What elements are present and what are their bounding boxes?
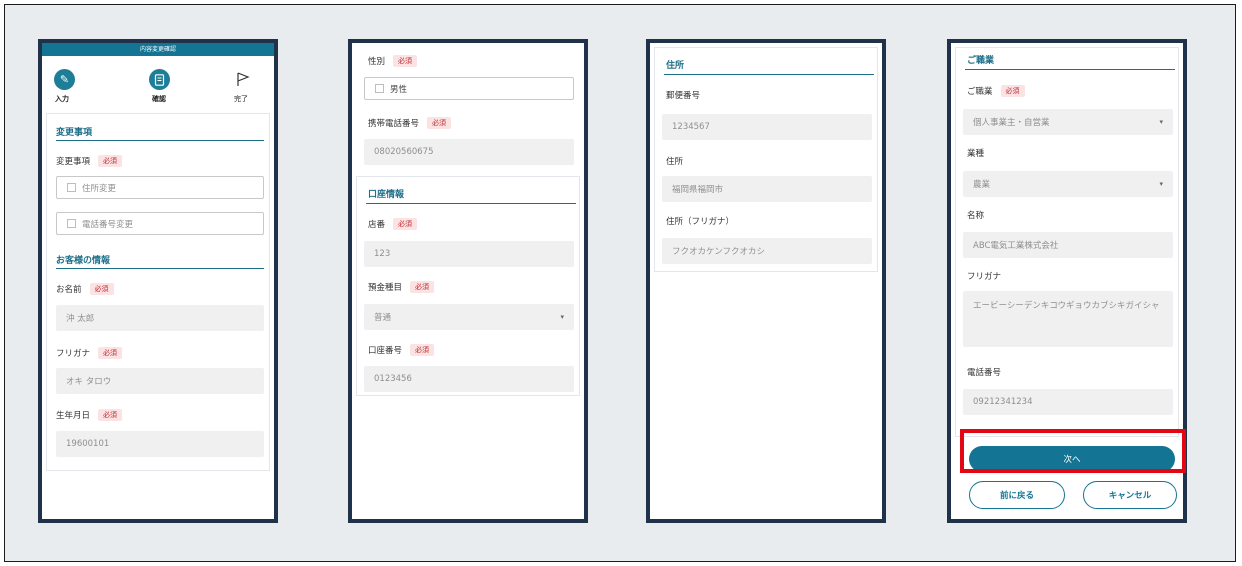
phone-frame-bottom [951,519,1183,523]
required-badge: 必須 [410,281,435,293]
chevron-down-icon: ▾ [1159,180,1163,188]
app-header: 内容変更確認 [42,43,274,56]
gender-value: 男性 [390,84,408,95]
required-badge: 必須 [393,218,418,230]
birth-date-field[interactable]: 19600101 [56,431,264,457]
pencil-icon: ✎ [59,73,70,86]
next-button-highlight [960,429,1186,473]
phone-field[interactable]: 09212341234 [963,389,1173,415]
gender-label: 性別 必須 [368,55,418,67]
occupation-label: ご職業 必須 [967,85,1025,97]
section-divider [664,74,874,75]
required-badge: 必須 [89,283,114,295]
checkbox-box[interactable] [67,183,76,192]
required-badge: 必須 [98,155,123,167]
section-divider [56,140,264,141]
section-title-address: 住所 [666,61,685,71]
name-field[interactable]: 沖 太郎 [56,305,264,331]
address-field[interactable]: 福岡県福岡市 [662,176,872,202]
postal-label: 郵便番号 [666,91,701,101]
checkbox-label: 住所変更 [82,183,117,194]
phone-frame-bottom [352,519,584,523]
mobile-field[interactable]: 08020560675 [364,139,574,165]
address-kana-field[interactable]: フクオカケンフクオカシ [662,238,872,264]
industry-label: 業種 [967,149,985,159]
branch-field[interactable]: 123 [364,241,574,267]
name-label: お名前 必須 [56,283,114,295]
account-label: 口座番号 必須 [368,344,435,356]
company-field[interactable]: ABC電気工業株式会社 [963,232,1173,258]
checkbox-phone-change[interactable]: 電話番号変更 [56,212,264,235]
company-label: 名称 [967,211,985,221]
phone-frame-bottom [650,519,882,523]
section-title-bank: 口座情報 [368,190,405,200]
occupation-select[interactable]: 個人事業主・自営業 ▾ [963,109,1173,135]
deposit-type-label: 預金種目 必須 [368,281,435,293]
cancel-button[interactable]: キャンセル [1083,481,1177,509]
section-divider [366,203,576,204]
required-badge: 必須 [410,344,435,356]
address-kana-label: 住所（フリガナ） [666,217,735,227]
back-button[interactable]: 前に戻る [969,481,1065,509]
header-title: 内容変更確認 [139,46,176,53]
required-badge: 必須 [98,347,123,359]
branch-label: 店番 必須 [368,218,418,230]
industry-select[interactable]: 農業 ▾ [963,171,1173,197]
canvas: 内容変更確認 ✎ 入力 確認 完了 変更事項 変更事項 必須 住所変更 電話番号… [4,4,1236,562]
account-field[interactable]: 0123456 [364,366,574,392]
phone-screen-3: 住所 郵便番号 1234567 住所 福岡県福岡市 住所（フリガナ） フクオカケ… [646,39,886,523]
phone-screen-2: 性別 必須 男性 携帯電話番号 必須 08020560675 口座情報 店番 必須 1… [348,39,588,523]
step-input-circle: ✎ [54,69,75,90]
kana-label: フリガナ 必須 [56,347,123,359]
phone-label: 電話番号 [967,368,1002,378]
company-kana-field[interactable]: エービーシーデンキコウギョウカブシキガイシャ [963,291,1173,347]
kana-field[interactable]: オキ タロウ [56,368,264,394]
checkbox-label: 電話番号変更 [82,219,134,230]
mobile-label: 携帯電話番号 必須 [368,117,452,129]
required-badge: 必須 [393,55,418,67]
checkbox-box[interactable] [375,84,384,93]
required-badge: 必須 [1000,85,1025,97]
chevron-down-icon: ▾ [560,313,564,321]
required-badge: 必須 [98,409,123,421]
section-divider [965,69,1175,70]
postal-field[interactable]: 1234567 [662,114,872,140]
deposit-type-select[interactable]: 普通 ▾ [364,304,574,330]
section-title-change: 変更事項 [56,128,93,138]
phone-screen-1: 内容変更確認 ✎ 入力 確認 完了 変更事項 変更事項 必須 住所変更 電話番号… [38,39,278,523]
checkbox-box[interactable] [67,219,76,228]
required-badge: 必須 [427,117,452,129]
document-icon [154,73,165,86]
checkbox-address-change[interactable]: 住所変更 [56,176,264,199]
section-divider [56,268,264,269]
birth-date-label: 生年月日 必須 [56,409,123,421]
gender-male-option[interactable]: 男性 [364,77,574,100]
address-label: 住所 [666,157,684,167]
flag-icon [236,72,250,91]
section-title-occupation: ご職業 [967,56,995,66]
step-complete-label: 完了 [234,95,248,103]
step-confirm-label: 確認 [152,95,166,103]
change-items-label: 変更事項 必須 [56,155,123,167]
phone-frame-bottom [42,519,274,523]
step-input-label: 入力 [55,95,69,103]
chevron-down-icon: ▾ [1159,118,1163,126]
company-kana-label: フリガナ [967,272,1002,282]
section-title-customer: お客様の情報 [56,256,111,266]
step-confirm-circle [149,69,170,90]
